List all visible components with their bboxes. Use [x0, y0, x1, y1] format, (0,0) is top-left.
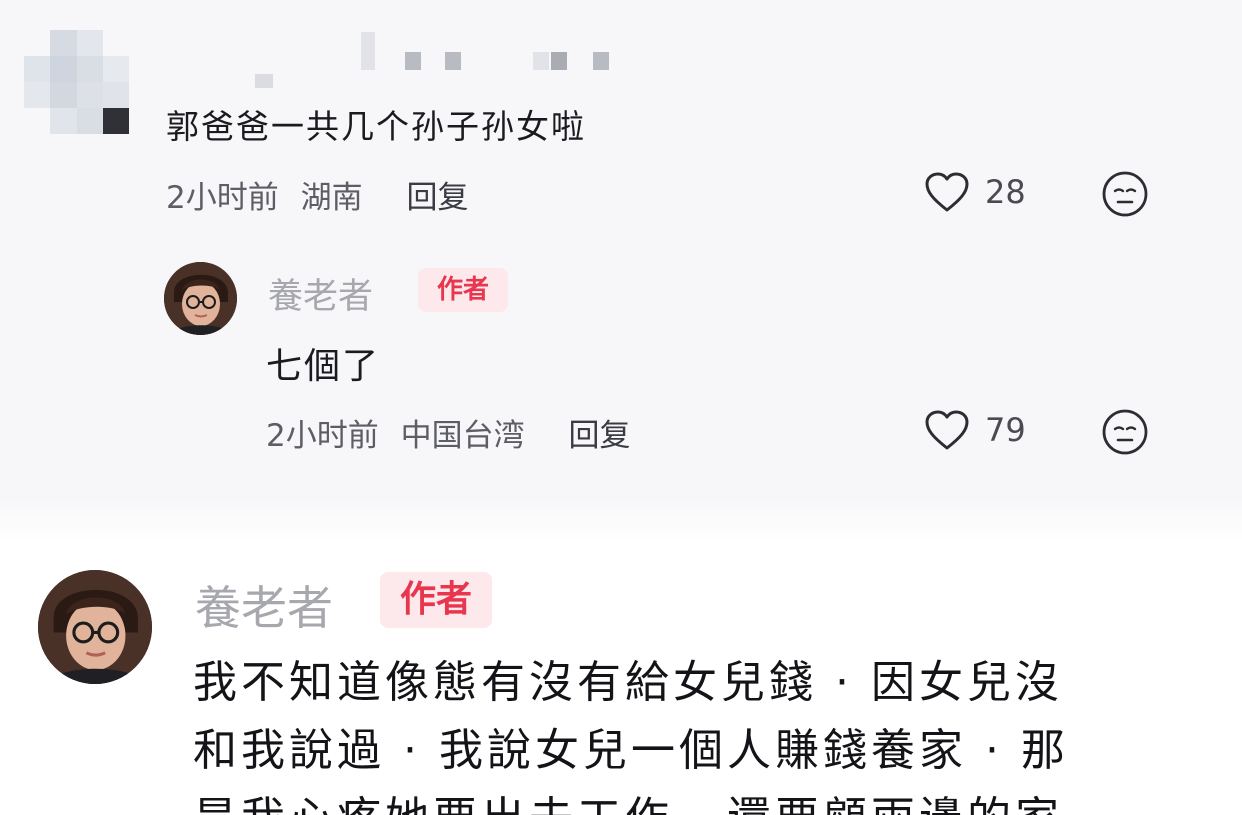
- blurred-username[interactable]: [255, 32, 615, 88]
- comment-meta: 2小时前 湖南 回复: [166, 172, 468, 217]
- comment-like-count: 28: [985, 173, 1026, 211]
- author-comment-line: 是我心疼她要出去工作 · 還要顧兩邊的家: [193, 782, 1063, 815]
- author-name-large[interactable]: 養老者: [195, 572, 333, 638]
- author-name[interactable]: 養老者: [268, 268, 373, 319]
- comment-text: 郭爸爸一共几个孙子孙女啦: [166, 107, 586, 146]
- comment-like-button[interactable]: 28: [923, 170, 1026, 214]
- author-badge-large: 作者: [380, 572, 492, 628]
- author-avatar-large[interactable]: [38, 570, 152, 684]
- blurred-avatar[interactable]: [24, 30, 129, 134]
- neutral-face-icon[interactable]: [1101, 170, 1149, 218]
- heart-outline-icon: [925, 172, 969, 212]
- reply-like-count: 79: [985, 411, 1026, 449]
- reply-reply-button[interactable]: 回复: [568, 418, 630, 454]
- comment-thread: 郭爸爸一共几个孙子孙女啦 2小时前 湖南 回复 28 養老者 作者 七個了 2小…: [0, 0, 1242, 815]
- author-avatar[interactable]: [164, 262, 237, 335]
- comment-time: 2小时前: [166, 180, 279, 216]
- portrait-image: [38, 570, 152, 684]
- reply-time: 2小时前: [266, 418, 379, 454]
- reply-like-button[interactable]: 79: [923, 408, 1026, 452]
- reply-meta: 2小时前 中国台湾 回复: [266, 410, 630, 455]
- comment-reply-button[interactable]: 回复: [406, 180, 468, 216]
- neutral-face-icon[interactable]: [1101, 408, 1149, 456]
- reply-location: 中国台湾: [400, 418, 525, 454]
- heart-outline-icon: [925, 410, 969, 450]
- reply-text: 七個了: [266, 346, 381, 387]
- comment-location: 湖南: [300, 180, 363, 216]
- author-comment-line: 和我說過 · 我說女兒一個人賺錢養家 · 那: [193, 725, 1069, 776]
- author-comment-line: 我不知道像態有沒有給女兒錢 · 因女兒沒: [193, 657, 1063, 708]
- portrait-image: [164, 262, 237, 335]
- section-divider: [0, 500, 1242, 540]
- author-badge: 作者: [418, 268, 508, 312]
